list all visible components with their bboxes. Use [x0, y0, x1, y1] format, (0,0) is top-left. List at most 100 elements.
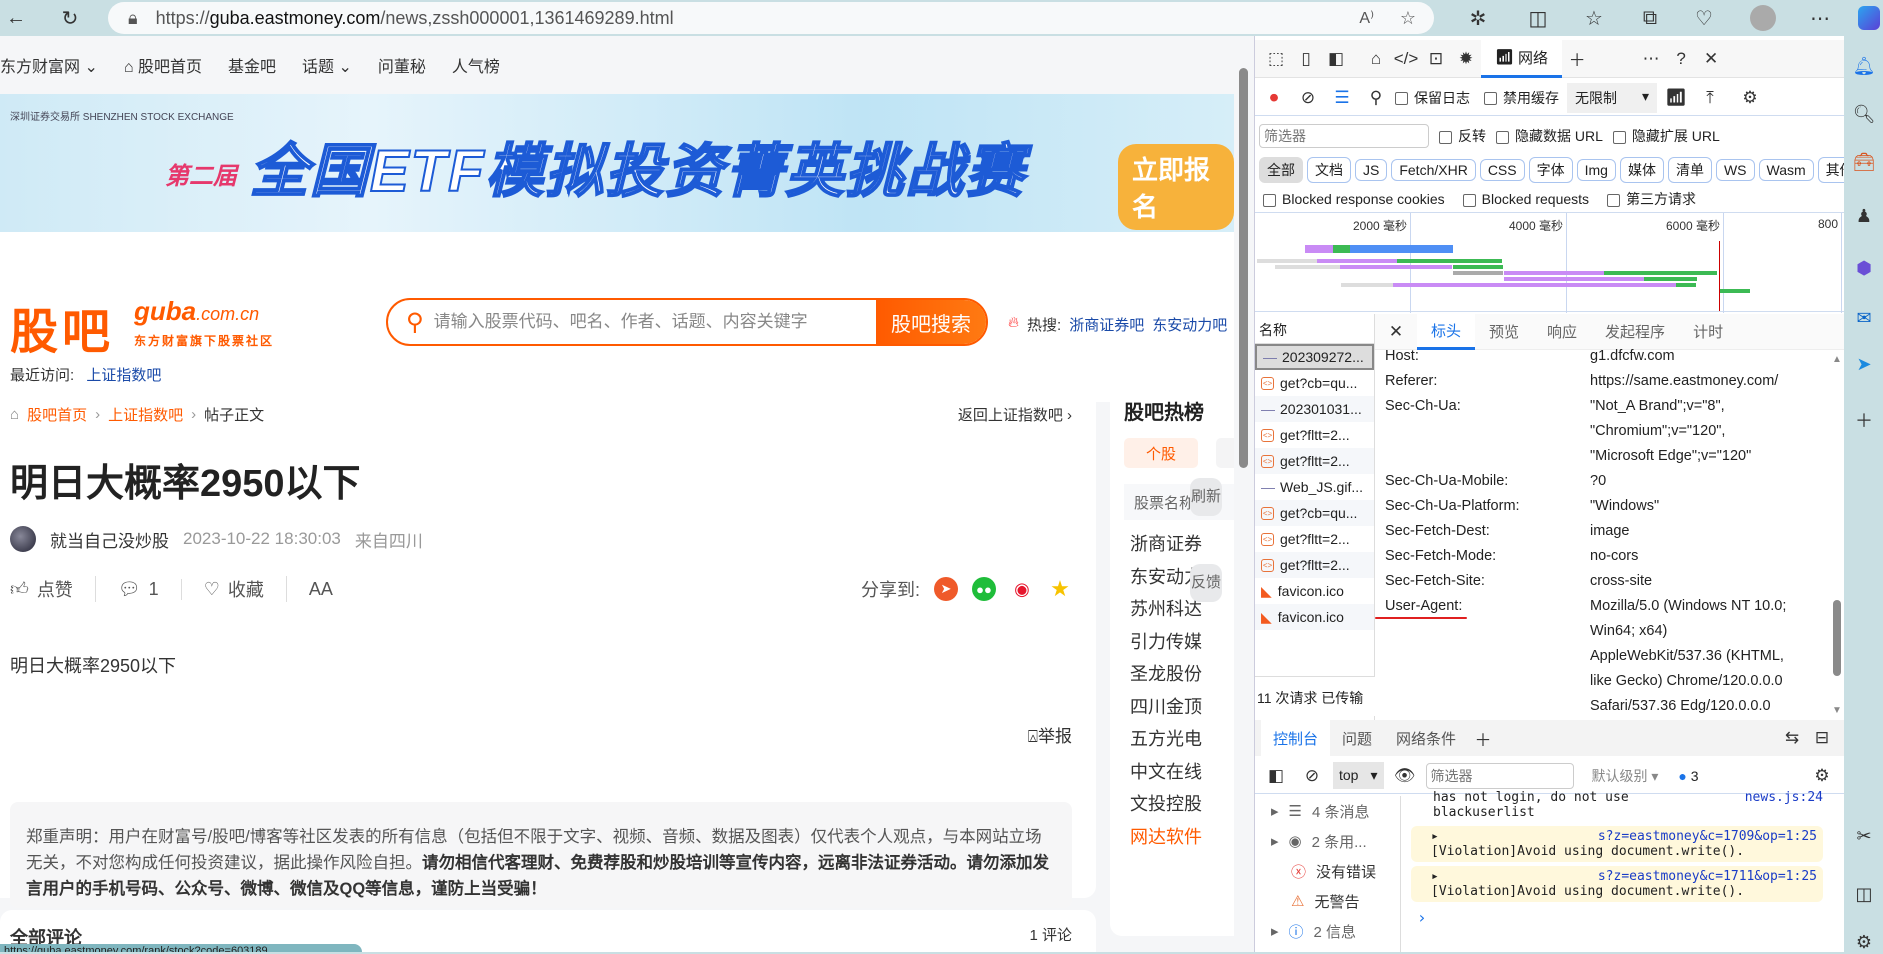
- elements-icon[interactable]: </>: [1391, 44, 1421, 74]
- log-level-select[interactable]: 默认级别 ▾: [1592, 766, 1659, 786]
- request-row[interactable]: <> get?fltt=2...: [1255, 552, 1374, 578]
- font-size-button[interactable]: AA: [287, 579, 355, 600]
- more-tools-plus-icon[interactable]: ＋: [1562, 44, 1592, 74]
- filter-input[interactable]: [1259, 124, 1429, 148]
- search-icon[interactable]: ⚲: [1361, 83, 1391, 113]
- type-filter-1[interactable]: 文档: [1307, 157, 1351, 183]
- record-stop-icon[interactable]: ⏺: [1259, 83, 1289, 113]
- settings-gear-icon[interactable]: ⚙: [1735, 83, 1765, 113]
- sidebar-errors[interactable]: ⓧ 没有错误: [1255, 856, 1400, 886]
- type-filter-3[interactable]: Fetch/XHR: [1391, 159, 1476, 181]
- request-row[interactable]: <> get?cb=qu...: [1255, 370, 1374, 396]
- source-link[interactable]: news.js:24: [1745, 790, 1823, 805]
- disable-cache-checkbox[interactable]: 禁用缓存: [1484, 88, 1559, 108]
- screenshot-icon[interactable]: ✂: [1852, 824, 1876, 848]
- request-row[interactable]: ◣ favicon.ico: [1255, 578, 1374, 604]
- lock-icon[interactable]: 🔒︎: [128, 8, 138, 29]
- weibo-share-icon[interactable]: ◉: [1010, 577, 1034, 601]
- nav-ask-secretary[interactable]: 问董秘: [378, 53, 426, 77]
- console-filter-input[interactable]: [1425, 762, 1574, 789]
- ad-banner[interactable]: 深圳证券交易所 SHENZHEN STOCK EXCHANGE 第二届 全国ET…: [0, 94, 1234, 232]
- type-filter-2[interactable]: JS: [1355, 159, 1388, 181]
- back-icon[interactable]: ←: [2, 4, 30, 32]
- type-filter-5[interactable]: 字体: [1528, 157, 1573, 183]
- request-row[interactable]: — 202301031...: [1255, 396, 1374, 422]
- hot-link[interactable]: 浙商证券吧: [1069, 314, 1144, 335]
- type-filter-6[interactable]: Img: [1576, 159, 1616, 181]
- request-row[interactable]: — Web_JS.gif...: [1255, 474, 1374, 500]
- headers-scrollbar[interactable]: ▲ ▼: [1831, 350, 1843, 720]
- nav-popularity[interactable]: 人气榜: [452, 53, 500, 77]
- help-icon[interactable]: ?: [1666, 44, 1696, 74]
- favorites-icon[interactable]: ☆: [1580, 4, 1608, 32]
- sidebar-user-messages[interactable]: ▸ ◉ 2 条用...: [1255, 826, 1400, 856]
- notifications-bell-icon[interactable]: 🔔︎: [1852, 54, 1876, 78]
- hide-extension-url-checkbox[interactable]: 隐藏扩展 URL: [1612, 126, 1720, 146]
- list-item[interactable]: 文投控股: [1130, 790, 1202, 823]
- profile-avatar[interactable]: [1750, 5, 1776, 31]
- dock-icon[interactable]: ◧: [1321, 44, 1351, 74]
- breadcrumb-bar[interactable]: 上证指数吧: [108, 404, 183, 425]
- console-settings-icon[interactable]: ⚙: [1807, 761, 1837, 791]
- type-filter-9[interactable]: WS: [1715, 159, 1755, 181]
- issues-counter[interactable]: ● 3: [1678, 768, 1698, 784]
- search-input[interactable]: [423, 300, 876, 344]
- copilot-icon[interactable]: [1858, 6, 1880, 30]
- sources-bug-icon[interactable]: ✹: [1451, 44, 1481, 74]
- throttle-select[interactable]: 无限制 ▾: [1567, 82, 1657, 113]
- favorite-button[interactable]: ♡ 收藏: [182, 576, 287, 602]
- type-filter-10[interactable]: Wasm: [1758, 159, 1814, 181]
- breadcrumb-home[interactable]: 股吧首页: [27, 404, 87, 425]
- tab-console[interactable]: 控制台: [1261, 720, 1331, 756]
- feedback-button[interactable]: 反馈: [1190, 564, 1222, 602]
- context-select[interactable]: top ▾: [1333, 762, 1384, 789]
- split-screen-icon[interactable]: ◫: [1524, 4, 1552, 32]
- list-item[interactable]: 圣龙股份: [1130, 660, 1202, 693]
- sidebar-messages[interactable]: ▸ ☰ 4 条消息: [1255, 796, 1400, 826]
- clear-console-icon[interactable]: ⊘: [1297, 761, 1327, 791]
- comment-count[interactable]: 1 评论: [1029, 924, 1072, 945]
- tab-network[interactable]: 📶︎ 网络: [1481, 39, 1563, 78]
- sidebar-settings-icon[interactable]: ⚙: [1852, 930, 1876, 954]
- sidebar-warnings[interactable]: ⚠ 无警告: [1255, 886, 1400, 916]
- tools-icon[interactable]: 🧰︎: [1852, 150, 1876, 174]
- read-aloud-icon[interactable]: A⁾: [1359, 8, 1374, 28]
- list-item[interactable]: 四川金顶: [1130, 693, 1202, 726]
- type-filter-11[interactable]: 其他: [1817, 157, 1845, 183]
- blocked-requests-checkbox[interactable]: Blocked requests: [1462, 191, 1589, 207]
- type-filter-0[interactable]: 全部: [1259, 157, 1303, 183]
- back-to-bar-link[interactable]: 返回上证指数吧 ›: [958, 404, 1072, 425]
- welcome-home-icon[interactable]: ⌂: [1361, 44, 1391, 74]
- network-overview-timeline[interactable]: 2000 毫秒 4000 毫秒 6000 毫秒 800: [1255, 212, 1845, 313]
- nav-fund-bar[interactable]: 基金吧: [228, 53, 276, 77]
- tab-network-conditions[interactable]: 网络条件: [1384, 720, 1468, 756]
- reload-icon[interactable]: ↻: [56, 4, 84, 32]
- request-row[interactable]: <> get?cb=qu...: [1255, 500, 1374, 526]
- eastmoney-share-icon[interactable]: ➤: [934, 577, 958, 601]
- device-toolbar-icon[interactable]: ▯: [1291, 44, 1321, 74]
- search-icon[interactable]: 🔍︎: [1852, 102, 1876, 126]
- list-item[interactable]: 网达软件: [1130, 823, 1202, 856]
- report-button[interactable]: ⍓举报: [1028, 722, 1072, 747]
- undock-drawer-icon[interactable]: ⇆: [1777, 723, 1807, 753]
- request-row[interactable]: <> get?fltt=2...: [1255, 526, 1374, 552]
- network-conditions-icon[interactable]: 📶︎: [1661, 83, 1691, 113]
- import-har-icon[interactable]: ⤒: [1695, 83, 1725, 113]
- sidebar-toggle-icon[interactable]: ◧: [1261, 761, 1291, 791]
- address-bar[interactable]: 🔒︎ https://guba.eastmoney.com/news,zssh0…: [108, 2, 1434, 34]
- tab-stocks[interactable]: 个股: [1124, 438, 1198, 468]
- wechat-share-icon[interactable]: ●●: [972, 577, 996, 601]
- request-row[interactable]: <> get?fltt=2...: [1255, 448, 1374, 474]
- blocked-cookies-checkbox[interactable]: Blocked response cookies: [1263, 191, 1445, 207]
- collapse-drawer-icon[interactable]: ⊟: [1807, 723, 1837, 753]
- like-button[interactable]: 👍︎ 点赞: [10, 576, 96, 602]
- name-column-header[interactable]: 名称: [1255, 314, 1374, 344]
- games-icon[interactable]: ♟: [1852, 204, 1876, 228]
- type-filter-4[interactable]: CSS: [1479, 159, 1525, 181]
- add-tab-plus-icon[interactable]: ＋: [1468, 723, 1498, 753]
- close-icon[interactable]: ✕: [1381, 317, 1411, 347]
- refresh-button[interactable]: 刷新: [1190, 478, 1222, 516]
- author-name[interactable]: 就当自己没炒股: [50, 527, 169, 552]
- collections-icon[interactable]: ⧉: [1636, 4, 1664, 32]
- avatar[interactable]: [10, 526, 36, 552]
